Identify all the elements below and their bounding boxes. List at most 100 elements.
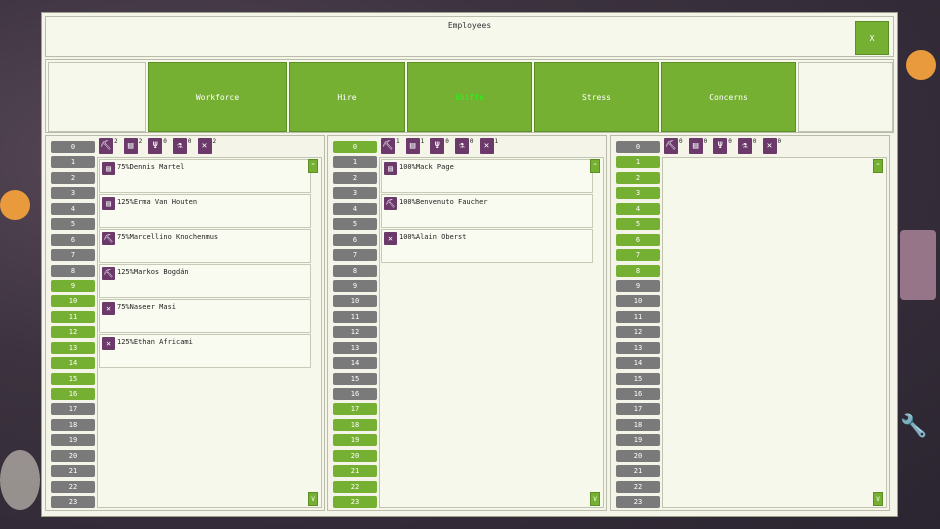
role-count[interactable]: Ψ0 <box>148 138 167 156</box>
hour-toggle-16[interactable]: 16 <box>333 388 377 400</box>
hour-toggle-0[interactable]: 0 <box>333 141 377 153</box>
scroll-up-button[interactable]: ^ <box>590 159 600 173</box>
hour-toggle-14[interactable]: 14 <box>51 357 95 370</box>
hour-toggle-12[interactable]: 12 <box>616 326 660 339</box>
hour-toggle-23[interactable]: 23 <box>333 496 377 509</box>
worker-row[interactable]: ⛏ 125%Markos Bogdán <box>99 264 311 298</box>
hour-toggle-19[interactable]: 19 <box>616 434 660 447</box>
hour-toggle-6[interactable]: 6 <box>51 233 95 246</box>
role-count[interactable]: ▤ 2 <box>123 138 142 156</box>
hour-toggle-0[interactable]: 0 <box>51 141 95 153</box>
hour-toggle-2[interactable]: 2 <box>616 171 660 184</box>
hour-toggle-18[interactable]: 18 <box>51 418 95 431</box>
hour-toggle-12[interactable]: 12 <box>51 326 95 339</box>
worker-row[interactable]: ⛏ 100%Benvenuto Faucher <box>381 194 593 228</box>
hour-toggle-9[interactable]: 9 <box>333 279 377 292</box>
hour-toggle-21[interactable]: 21 <box>51 465 95 478</box>
hour-toggle-22[interactable]: 22 <box>616 480 660 493</box>
hour-toggle-6[interactable]: 6 <box>333 233 377 246</box>
hour-toggle-10[interactable]: 10 <box>333 295 377 308</box>
hour-toggle-23[interactable]: 23 <box>51 496 95 509</box>
hour-toggle-11[interactable]: 11 <box>51 310 95 323</box>
hour-toggle-5[interactable]: 5 <box>616 218 660 231</box>
role-count[interactable]: ▤ 0 <box>688 138 707 156</box>
role-count[interactable]: ✕ 0 <box>762 138 781 156</box>
hour-toggle-1[interactable]: 1 <box>333 156 377 169</box>
hour-toggle-22[interactable]: 22 <box>333 480 377 493</box>
tab-workforce[interactable]: Workforce <box>148 62 287 132</box>
worker-row[interactable]: ▤ 75%Dennis Martel <box>99 159 311 193</box>
role-count[interactable]: ⚗ 0 <box>454 138 474 156</box>
hour-toggle-7[interactable]: 7 <box>616 249 660 262</box>
wrench-icon[interactable]: 🔧 <box>900 414 927 440</box>
hour-toggle-10[interactable]: 10 <box>51 295 95 308</box>
hour-toggle-19[interactable]: 19 <box>333 434 377 447</box>
role-count[interactable]: ✕ 1 <box>479 138 498 156</box>
hour-toggle-9[interactable]: 9 <box>51 279 95 292</box>
hour-toggle-2[interactable]: 2 <box>333 171 377 184</box>
hour-toggle-17[interactable]: 17 <box>333 403 377 416</box>
hour-toggle-20[interactable]: 20 <box>333 449 377 462</box>
worker-row[interactable]: ⛏ 75%Marcellino Knochenmus <box>99 229 311 263</box>
hour-toggle-2[interactable]: 2 <box>51 171 95 184</box>
hour-toggle-23[interactable]: 23 <box>616 496 660 509</box>
role-count[interactable]: ⛏ 1 <box>381 138 400 156</box>
hour-toggle-14[interactable]: 14 <box>333 357 377 370</box>
hour-toggle-4[interactable]: 4 <box>616 202 660 215</box>
hour-toggle-3[interactable]: 3 <box>51 187 95 200</box>
hour-toggle-18[interactable]: 18 <box>616 418 660 431</box>
role-count[interactable]: Ψ0 <box>713 138 732 156</box>
role-count[interactable]: ⛏ 2 <box>99 138 118 156</box>
scrollbar[interactable]: ^ V <box>590 159 600 506</box>
hour-toggle-20[interactable]: 20 <box>51 449 95 462</box>
hour-toggle-22[interactable]: 22 <box>51 480 95 493</box>
close-button[interactable]: X <box>855 21 889 55</box>
tab-stress[interactable]: Stress <box>534 62 659 132</box>
hour-toggle-21[interactable]: 21 <box>333 465 377 478</box>
hour-toggle-16[interactable]: 16 <box>616 388 660 400</box>
hour-toggle-15[interactable]: 15 <box>51 372 95 385</box>
hour-toggle-13[interactable]: 13 <box>51 341 95 354</box>
worker-row[interactable]: ✕ 75%Naseer Masi <box>99 299 311 333</box>
hour-toggle-8[interactable]: 8 <box>616 264 660 277</box>
hour-toggle-8[interactable]: 8 <box>333 264 377 277</box>
hour-toggle-7[interactable]: 7 <box>51 249 95 262</box>
hour-toggle-16[interactable]: 16 <box>51 388 95 400</box>
hour-toggle-13[interactable]: 13 <box>616 341 660 354</box>
hour-toggle-12[interactable]: 12 <box>333 326 377 339</box>
tab-concerns[interactable]: Concerns <box>661 62 796 132</box>
hour-toggle-11[interactable]: 11 <box>333 310 377 323</box>
role-count[interactable]: ⚗ 0 <box>172 138 192 156</box>
hour-toggle-17[interactable]: 17 <box>51 403 95 416</box>
hour-toggle-20[interactable]: 20 <box>616 449 660 462</box>
hour-toggle-18[interactable]: 18 <box>333 418 377 431</box>
hour-toggle-13[interactable]: 13 <box>333 341 377 354</box>
role-count[interactable]: ⚗ 0 <box>737 138 757 156</box>
scroll-down-button[interactable]: V <box>590 492 600 506</box>
scrollbar[interactable]: ^ V <box>873 159 883 506</box>
role-count[interactable]: ✕ 2 <box>197 138 216 156</box>
hour-toggle-11[interactable]: 11 <box>616 310 660 323</box>
hour-toggle-1[interactable]: 1 <box>616 156 660 169</box>
hour-toggle-8[interactable]: 8 <box>51 264 95 277</box>
hour-toggle-10[interactable]: 10 <box>616 295 660 308</box>
hour-toggle-15[interactable]: 15 <box>333 372 377 385</box>
scroll-up-button[interactable]: ^ <box>873 159 883 173</box>
role-count[interactable]: Ψ0 <box>430 138 449 156</box>
scroll-down-button[interactable]: V <box>308 492 318 506</box>
hour-toggle-5[interactable]: 5 <box>333 218 377 231</box>
worker-row[interactable]: ✕ 125%Ethan Africami <box>99 334 311 368</box>
tab-hire[interactable]: Hire <box>289 62 405 132</box>
hour-toggle-0[interactable]: 0 <box>616 141 660 153</box>
hour-toggle-7[interactable]: 7 <box>333 249 377 262</box>
worker-row[interactable]: ▤ 125%Erma Van Houten <box>99 194 311 228</box>
hour-toggle-17[interactable]: 17 <box>616 403 660 416</box>
hour-toggle-14[interactable]: 14 <box>616 357 660 370</box>
hour-toggle-19[interactable]: 19 <box>51 434 95 447</box>
worker-row[interactable]: ▤ 100%Mack Page <box>381 159 593 193</box>
worker-row[interactable]: ✕ 100%Alain Oberst <box>381 229 593 263</box>
role-count[interactable]: ⛏ 0 <box>664 138 683 156</box>
scroll-down-button[interactable]: V <box>873 492 883 506</box>
hour-toggle-3[interactable]: 3 <box>333 187 377 200</box>
tab-shifts[interactable]: Shifts <box>407 62 532 132</box>
